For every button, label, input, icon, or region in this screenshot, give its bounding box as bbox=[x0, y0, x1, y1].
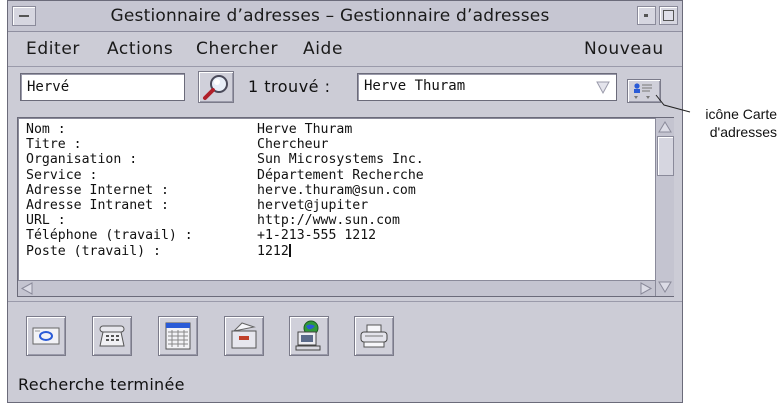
horizontal-scrollbar[interactable] bbox=[18, 280, 655, 296]
callout-line-2: d'adresses bbox=[709, 124, 777, 140]
mail-icon bbox=[32, 327, 60, 345]
web-terminal-icon bbox=[295, 320, 321, 351]
calendar-button[interactable] bbox=[158, 316, 198, 356]
status-message: Recherche terminée bbox=[18, 375, 185, 394]
field-row-url: URL : http://www.sun.com bbox=[26, 213, 424, 228]
results-selected-value: Herve Thuram bbox=[364, 78, 466, 94]
search-input[interactable]: Hervé bbox=[20, 73, 185, 101]
field-label: Organisation : bbox=[26, 152, 138, 168]
text-cursor bbox=[288, 243, 291, 257]
field-row-internet: Adresse Internet : herve.thuram@sun.com bbox=[26, 183, 424, 198]
card-file-button[interactable] bbox=[224, 316, 264, 356]
field-value: http://www.sun.com bbox=[257, 213, 400, 229]
field-value: Sun Microsystems Inc. bbox=[257, 152, 424, 168]
field-label: Adresse Intranet : bbox=[26, 197, 169, 213]
field-value: Herve Thuram bbox=[257, 122, 353, 137]
field-label: Téléphone (travail) : bbox=[26, 228, 193, 244]
field-label: Adresse Internet : bbox=[26, 182, 169, 198]
search-input-value: Hervé bbox=[27, 79, 70, 95]
field-label: Nom : bbox=[26, 122, 66, 137]
field-row-phone: Téléphone (travail) : +1-213-555 1212 bbox=[26, 228, 424, 243]
field-row-intranet: Adresse Intranet : hervet@jupiter bbox=[26, 198, 424, 213]
menu-editer[interactable]: Editer bbox=[26, 39, 80, 59]
call-button[interactable] bbox=[92, 316, 132, 356]
calendar-icon bbox=[165, 322, 191, 350]
field-label: URL : bbox=[26, 213, 66, 229]
magnifier-icon bbox=[203, 75, 228, 100]
field-value: +1-213-555 1212 bbox=[257, 228, 377, 244]
send-mail-button[interactable] bbox=[26, 316, 66, 356]
title-bar[interactable]: Gestionnaire d’adresses – Gestionnaire d… bbox=[8, 1, 682, 32]
field-value: 1212 bbox=[257, 243, 289, 259]
card-text-area[interactable]: Nom : Herve Thuram Titre : Chercheur Organ… bbox=[17, 117, 674, 297]
field-label: Titre : bbox=[26, 137, 82, 153]
card-file-icon bbox=[231, 322, 257, 349]
web-terminal-button[interactable] bbox=[289, 316, 329, 356]
print-button[interactable] bbox=[354, 316, 394, 356]
field-value: Département Recherche bbox=[257, 167, 424, 183]
address-card-callout: icône Carte d'adresses bbox=[685, 105, 777, 141]
field-row-organisation: Organisation : Sun Microsystems Inc. bbox=[26, 152, 424, 167]
field-row-service: Service : Département Recherche bbox=[26, 168, 424, 183]
scroll-right-icon[interactable] bbox=[639, 282, 653, 295]
field-label: Poste (travail) : bbox=[26, 243, 161, 259]
field-value: hervet@jupiter bbox=[257, 197, 369, 213]
search-row: Hervé 1 trouvé : Herve Thuram bbox=[8, 67, 682, 113]
vertical-scrollbar[interactable] bbox=[655, 118, 674, 296]
window-title: Gestionnaire d’adresses – Gestionnaire d… bbox=[110, 6, 550, 26]
phone-icon bbox=[99, 325, 125, 347]
dropdown-arrow-icon[interactable] bbox=[594, 78, 612, 96]
field-value: Chercheur bbox=[257, 137, 329, 153]
scroll-up-icon[interactable] bbox=[657, 120, 673, 134]
minimize-button[interactable] bbox=[637, 6, 656, 25]
field-value: herve.thuram@sun.com bbox=[257, 182, 416, 198]
callout-line-1: icône Carte bbox=[705, 106, 777, 122]
menu-aide[interactable]: Aide bbox=[303, 39, 343, 59]
scroll-left-icon[interactable] bbox=[20, 282, 34, 295]
found-count-label: 1 trouvé : bbox=[248, 77, 331, 96]
window-menu-button[interactable] bbox=[12, 6, 36, 26]
field-row-name: Nom : Herve Thuram bbox=[26, 122, 424, 137]
scroll-down-icon[interactable] bbox=[657, 280, 673, 294]
menu-nouveau[interactable]: Nouveau bbox=[584, 39, 664, 59]
action-toolbar bbox=[8, 301, 682, 366]
results-dropdown[interactable]: Herve Thuram bbox=[357, 73, 617, 101]
search-button[interactable] bbox=[198, 71, 234, 103]
vertical-scroll-thumb[interactable] bbox=[657, 136, 674, 176]
menu-chercher[interactable]: Chercher bbox=[196, 39, 278, 59]
field-row-extension: Poste (travail) : 1212 bbox=[26, 243, 424, 259]
field-row-title: Titre : Chercheur bbox=[26, 137, 424, 152]
address-manager-window: Gestionnaire d’adresses – Gestionnaire d… bbox=[7, 0, 683, 403]
menu-actions[interactable]: Actions bbox=[107, 39, 173, 59]
card-fields: Nom : Herve Thuram Titre : Chercheur Organ… bbox=[26, 122, 424, 259]
maximize-button[interactable] bbox=[659, 6, 678, 25]
field-label: Service : bbox=[26, 167, 98, 183]
menu-bar: Editer Actions Chercher Aide Nouveau bbox=[8, 32, 682, 67]
printer-icon bbox=[360, 324, 388, 348]
